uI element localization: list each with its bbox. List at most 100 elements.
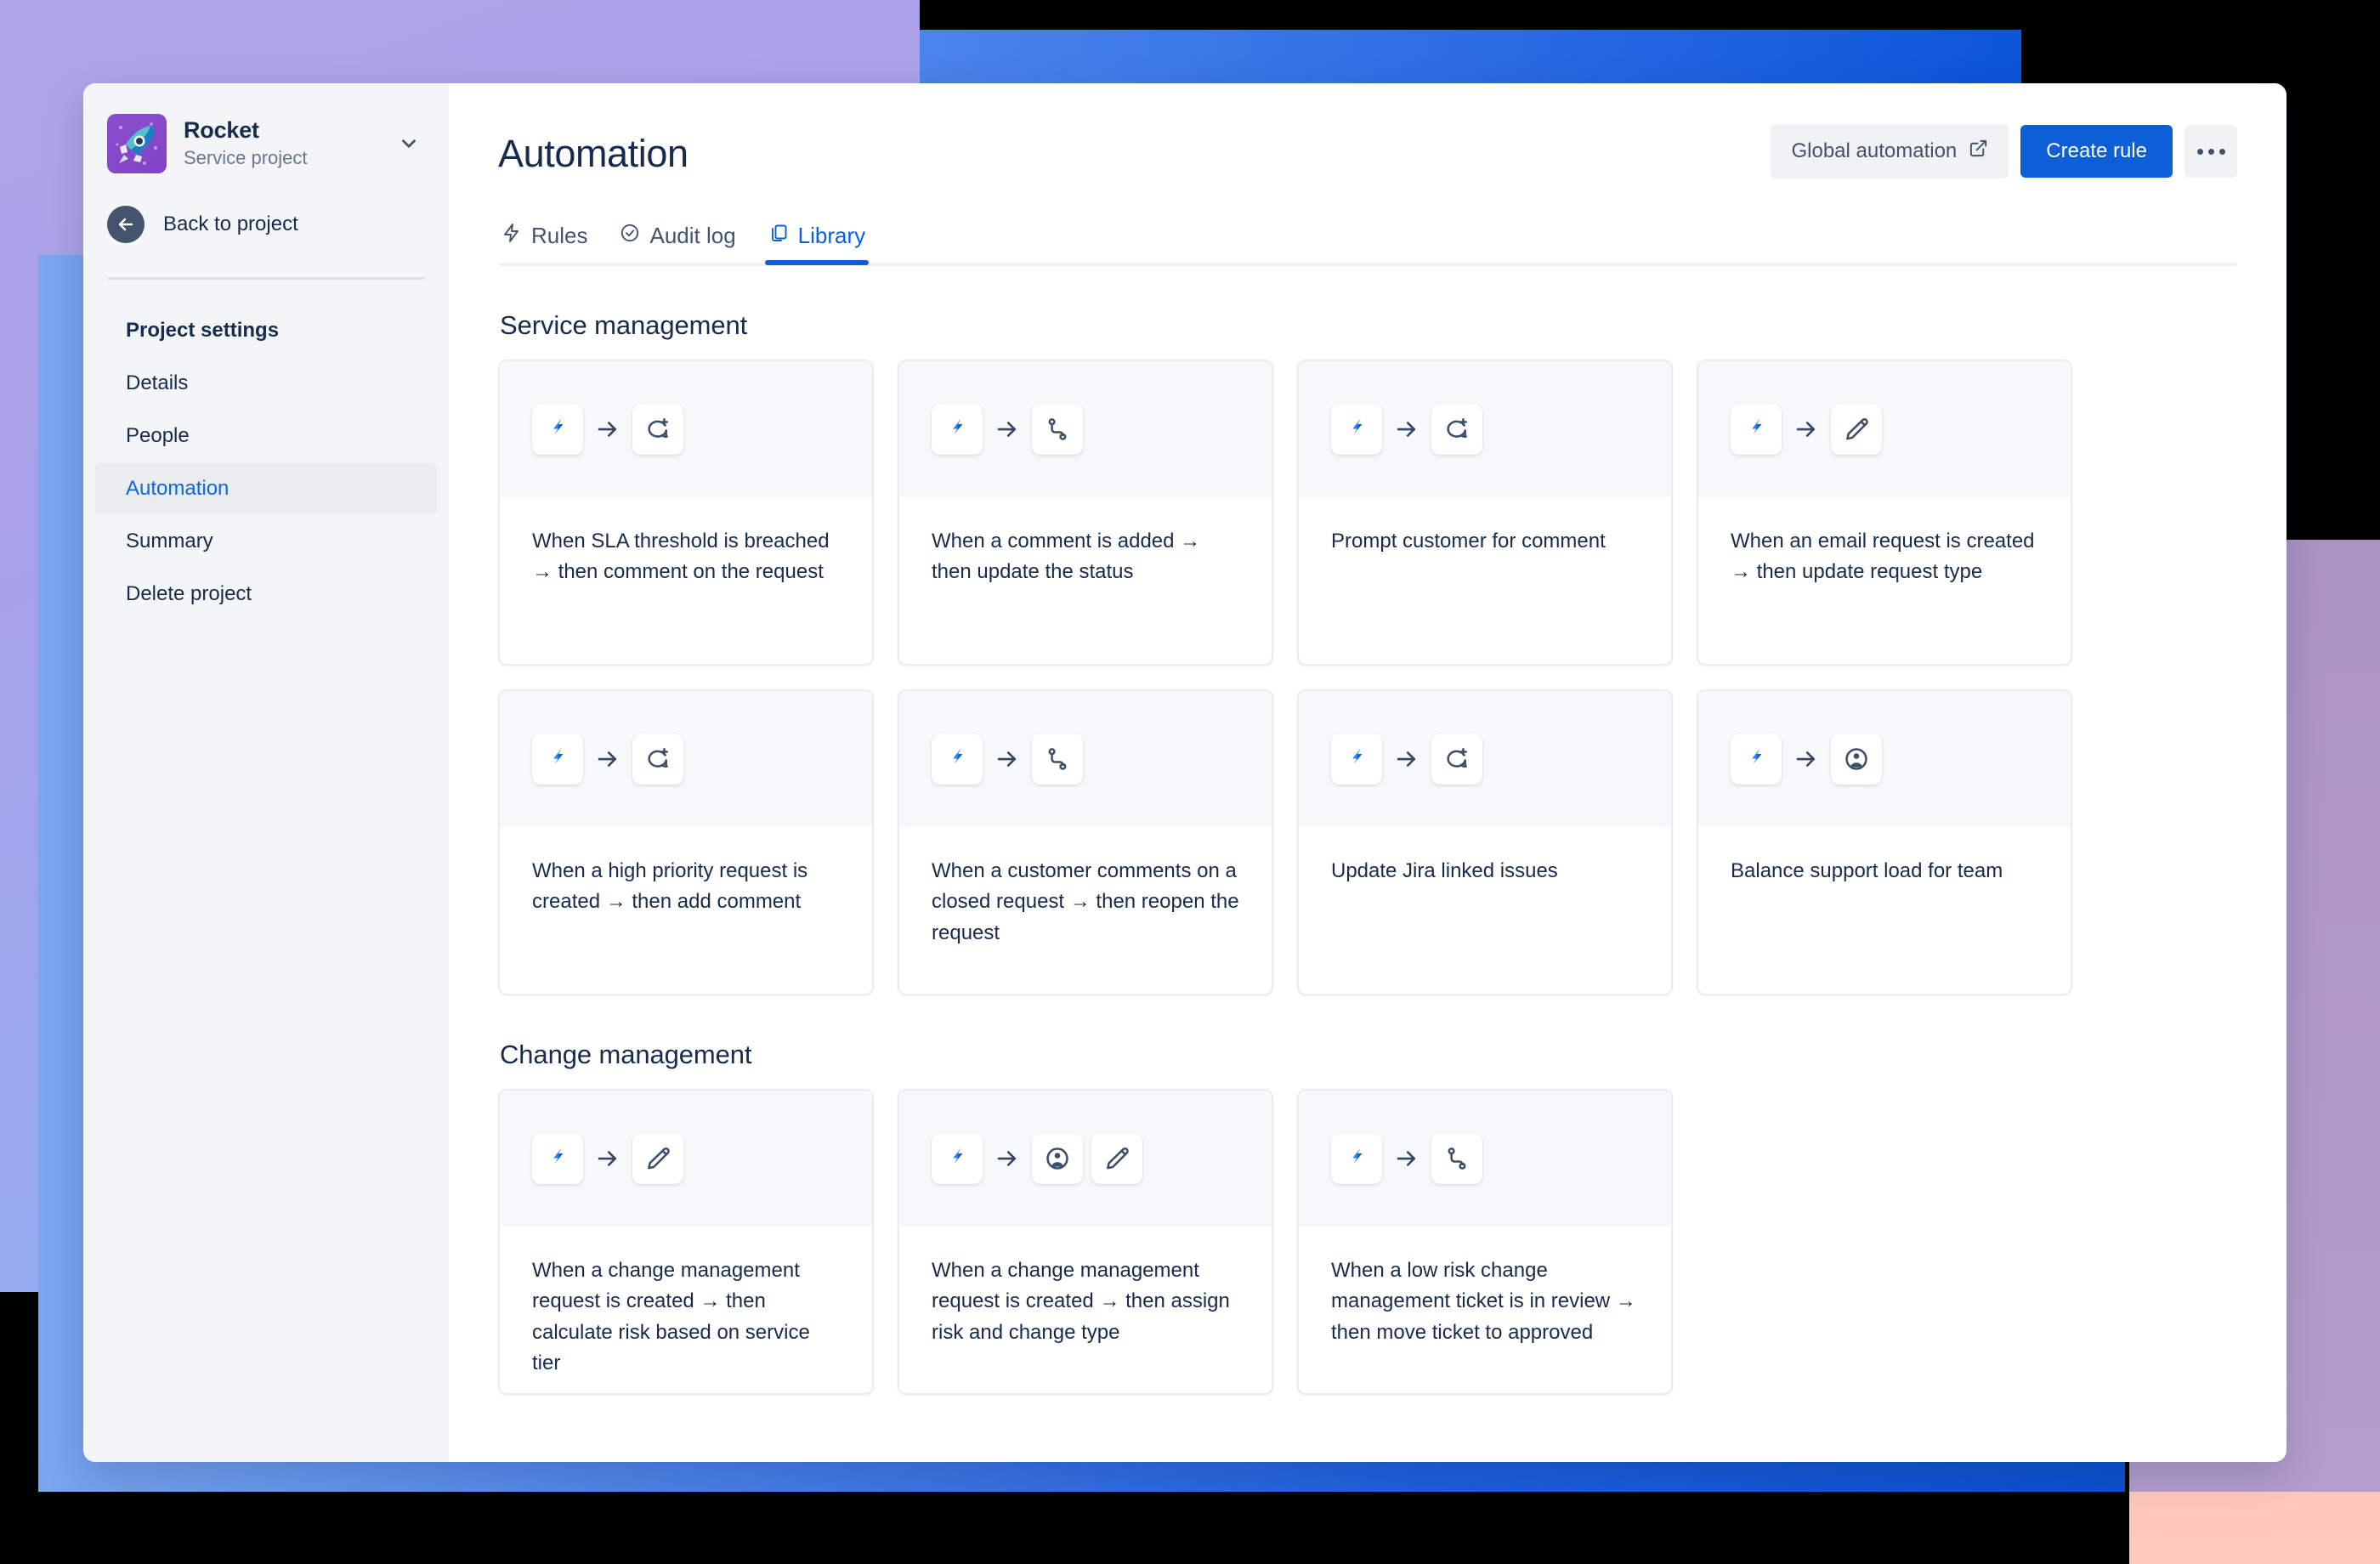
project-sidebar: Rocket Service project Back to project P…	[83, 83, 449, 1462]
rule-card-text: When a high priority request is created …	[532, 859, 808, 914]
arrow-right-icon	[583, 1146, 632, 1171]
sidebar-item-summary[interactable]: Summary	[95, 516, 437, 567]
rule-card[interactable]: When a change management request is crea…	[498, 1089, 874, 1395]
card-icon-bar	[1299, 1091, 1671, 1227]
create-rule-button[interactable]: Create rule	[2020, 125, 2173, 178]
tab-rules[interactable]: Rules	[498, 223, 591, 263]
rule-card-text: Update Jira linked issues	[1331, 859, 1558, 882]
rule-card[interactable]: Update Jira linked issues	[1297, 689, 1673, 995]
rule-card[interactable]: When a high priority request is created …	[498, 689, 874, 995]
comment-add-icon	[1431, 734, 1482, 785]
card-icon-bar	[1698, 361, 2071, 497]
back-to-project-label: Back to project	[163, 212, 298, 235]
jira-bolt-icon	[532, 1133, 583, 1184]
rule-card[interactable]: When an email request is created → then …	[1697, 360, 2072, 666]
tab-bar: Rules Audit log Library	[498, 223, 2237, 266]
jira-bolt-icon	[1331, 734, 1382, 785]
card-icon-bar	[1299, 691, 1671, 827]
header-actions: Global automation Create rule	[1771, 124, 2237, 178]
rule-card[interactable]: Prompt customer for comment	[1297, 360, 1673, 666]
section-service-management: Service management When SLA threshold is…	[498, 310, 2237, 995]
rule-card[interactable]: Balance support load for team	[1697, 689, 2072, 995]
rule-card[interactable]: When a low risk change management ticket…	[1297, 1089, 1673, 1395]
tab-library[interactable]: Library	[764, 223, 870, 265]
card-icon-bar	[1698, 691, 2071, 827]
page-title: Automation	[498, 132, 688, 175]
edit-pencil-icon	[1091, 1133, 1142, 1184]
rule-card-text: When a low risk change management ticket…	[1331, 1259, 1636, 1344]
person-assign-icon	[1831, 734, 1882, 785]
chevron-down-icon[interactable]	[393, 128, 425, 160]
jira-bolt-icon	[532, 404, 583, 455]
lightning-bolt-icon	[502, 223, 522, 249]
transition-icon	[1032, 734, 1083, 785]
card-icon-bar	[899, 361, 1272, 497]
sidebar-nav: Project settings Details People Automati…	[83, 280, 449, 620]
card-grid-change-management: When a change management request is crea…	[498, 1089, 2237, 1395]
rule-card-text: Balance support load for team	[1731, 859, 2003, 882]
rule-card[interactable]: When a customer comments on a closed req…	[898, 689, 1273, 995]
arrow-right-icon	[583, 746, 632, 772]
arrow-right-icon	[983, 416, 1032, 442]
jira-bolt-icon	[532, 734, 583, 785]
arrow-right-icon	[983, 1146, 1032, 1171]
rule-card-text: When a change management request is crea…	[532, 1259, 810, 1375]
jira-bolt-icon	[1731, 734, 1782, 785]
jira-bolt-icon	[1731, 404, 1782, 455]
project-type: Service project	[184, 146, 308, 168]
sidebar-item-people[interactable]: People	[95, 411, 437, 462]
more-horizontal-icon[interactable]	[2184, 125, 2237, 178]
arrow-right-icon	[1382, 1146, 1431, 1171]
card-icon-bar	[500, 691, 872, 827]
tab-rules-label: Rules	[531, 223, 588, 248]
rule-card-text: When a change management request is crea…	[932, 1259, 1230, 1344]
transition-icon	[1431, 1133, 1482, 1184]
card-icon-bar	[899, 1091, 1272, 1227]
back-to-project-link[interactable]: Back to project	[83, 173, 449, 243]
section-title-service-management: Service management	[500, 310, 748, 340]
main-content: Automation Global automation Create rule	[449, 83, 2286, 1462]
tab-audit-log[interactable]: Audit log	[616, 223, 739, 263]
rule-card[interactable]: When a change management request is crea…	[898, 1089, 1273, 1395]
jira-bolt-icon	[1331, 1133, 1382, 1184]
tab-underline	[498, 263, 2237, 266]
arrow-right-icon	[1782, 416, 1831, 442]
sidebar-item-automation[interactable]: Automation	[95, 463, 437, 514]
sidebar-item-details[interactable]: Details	[95, 358, 437, 409]
arrow-right-icon	[583, 416, 632, 442]
rule-card[interactable]: When SLA threshold is breached → then co…	[498, 360, 874, 666]
person-assign-icon	[1032, 1133, 1083, 1184]
copy-icon	[768, 223, 789, 249]
section-title-change-management: Change management	[500, 1040, 752, 1069]
card-icon-bar	[899, 691, 1272, 827]
tab-audit-log-label: Audit log	[649, 223, 736, 248]
arrow-left-circle-icon	[107, 206, 144, 243]
rule-card[interactable]: When a comment is added → then update th…	[898, 360, 1273, 666]
external-link-icon	[1969, 139, 1988, 164]
sidebar-item-delete-project[interactable]: Delete project	[95, 569, 437, 620]
jira-bolt-icon	[932, 404, 983, 455]
arrow-right-icon	[1782, 746, 1831, 772]
app-window: Rocket Service project Back to project P…	[83, 83, 2286, 1462]
arrow-right-icon	[1382, 746, 1431, 772]
page-header: Automation Global automation Create rule	[498, 83, 2237, 178]
rule-card-text: Prompt customer for comment	[1331, 530, 1606, 552]
jira-bolt-icon	[932, 1133, 983, 1184]
jira-bolt-icon	[932, 734, 983, 785]
comment-add-icon	[1431, 404, 1482, 455]
sidebar-item-project-settings[interactable]: Project settings	[95, 305, 437, 356]
card-icon-bar	[1299, 361, 1671, 497]
global-automation-button[interactable]: Global automation	[1771, 124, 2009, 178]
card-icon-bar	[500, 1091, 872, 1227]
comment-add-icon	[632, 404, 683, 455]
transition-icon	[1032, 404, 1083, 455]
rule-card-text: When an email request is created → then …	[1731, 530, 2035, 584]
arrow-right-icon	[1382, 416, 1431, 442]
comment-add-icon	[632, 734, 683, 785]
rule-card-text: When SLA threshold is breached → then co…	[532, 530, 830, 584]
global-automation-label: Global automation	[1791, 139, 1958, 162]
card-icon-bar	[500, 361, 872, 497]
jira-bolt-icon	[1331, 404, 1382, 455]
project-switcher[interactable]: Rocket Service project	[83, 83, 449, 173]
edit-pencil-icon	[1831, 404, 1882, 455]
